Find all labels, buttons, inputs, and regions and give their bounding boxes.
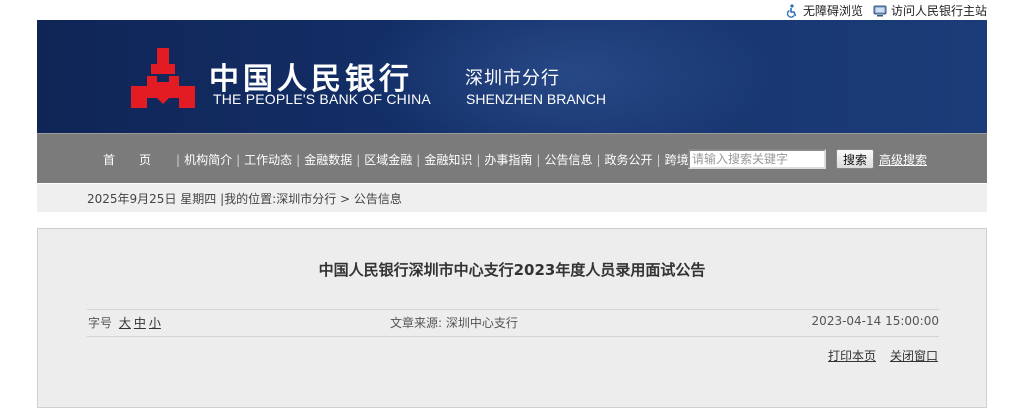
close-window-link[interactable]: 关闭窗口: [890, 347, 938, 364]
nav-item-guide[interactable]: 办事指南: [481, 151, 535, 168]
article-source: 文章来源: 深圳中心支行: [390, 314, 518, 331]
font-size-medium[interactable]: 中: [134, 316, 146, 330]
location-label: 我的位置:: [224, 192, 277, 206]
nav-item-about[interactable]: 机构简介: [181, 151, 235, 168]
nav-item-regional[interactable]: 区域金融: [361, 151, 415, 168]
accessible-browse-label: 无障碍浏览: [802, 4, 863, 18]
main-nav: 首页 | 机构简介 | 工作动态 | 金融数据 | 区域金融 | 金融知识 | …: [37, 133, 987, 183]
top-links: 无障碍浏览 访问人民银行主站: [785, 2, 987, 19]
font-size-label: 字号: [88, 316, 113, 330]
meta-divider-top: [87, 309, 939, 310]
nav-item-data[interactable]: 金融数据: [301, 151, 355, 168]
article-meta: 字号 大中小 文章来源: 深圳中心支行 2023-04-14 15:00:00: [87, 314, 939, 334]
nav-item-knowledge[interactable]: 金融知识: [421, 151, 475, 168]
article-title: 中国人民银行深圳市中心支行2023年度人员录用面试公告: [318, 261, 706, 279]
font-size-small[interactable]: 小: [149, 316, 161, 330]
nav-items: 首页 | 机构简介 | 工作动态 | 金融数据 | 区域金融 | 金融知识 | …: [100, 151, 728, 168]
computer-icon: [873, 5, 887, 16]
meta-divider-bottom: [87, 336, 939, 337]
breadcrumb: 2025年9月25日 星期四 |我的位置:深圳市分行 > 公告信息: [87, 190, 402, 207]
nav-item-news[interactable]: 工作动态: [241, 151, 295, 168]
current-date: 2025年9月25日 星期四: [87, 192, 217, 206]
article-date: 2023-04-14 15:00:00: [811, 314, 939, 328]
nav-item-notices[interactable]: 公告信息: [541, 151, 595, 168]
search-input[interactable]: [688, 149, 826, 169]
print-page-link[interactable]: 打印本页: [828, 347, 876, 364]
breadcrumb-bar: 2025年9月25日 星期四 |我的位置:深圳市分行 > 公告信息: [37, 184, 987, 212]
nav-item-home[interactable]: 首页: [100, 151, 175, 168]
advanced-search-link[interactable]: 高级搜索: [879, 151, 927, 168]
breadcrumb-item-notices[interactable]: 公告信息: [354, 192, 402, 206]
accessibility-icon: [786, 3, 797, 18]
pboc-logo-icon[interactable]: [127, 46, 199, 112]
source-value: 深圳中心支行: [445, 316, 518, 330]
accessible-browse-link[interactable]: 无障碍浏览: [785, 2, 863, 19]
branch-english-name: SHENZHEN BRANCH: [466, 91, 607, 107]
font-size-controls: 字号 大中小: [88, 314, 161, 331]
site-banner: 中国人民银行 深圳市分行 THE PEOPLE'S BANK OF CHINA …: [37, 20, 987, 133]
search-button[interactable]: 搜索: [836, 149, 874, 169]
breadcrumb-arrow: >: [340, 192, 351, 206]
bank-english-name: THE PEOPLE'S BANK OF CHINA: [213, 91, 431, 107]
branch-chinese-name: 深圳市分行: [465, 68, 560, 89]
banner-glow: [357, 20, 777, 133]
top-bar: 无障碍浏览 访问人民银行主站: [0, 0, 1024, 20]
main-site-label: 访问人民银行主站: [890, 4, 987, 18]
article-actions: 打印本页 关闭窗口: [828, 347, 938, 364]
article-panel: 中国人民银行深圳市中心支行2023年度人员录用面试公告 字号 大中小 文章来源:…: [37, 228, 987, 408]
main-site-link[interactable]: 访问人民银行主站: [873, 2, 987, 19]
font-size-large[interactable]: 大: [119, 316, 131, 330]
source-label: 文章来源:: [390, 316, 443, 330]
nav-item-public-affairs[interactable]: 政务公开: [602, 151, 656, 168]
breadcrumb-item-branch[interactable]: 深圳市分行: [276, 192, 336, 206]
